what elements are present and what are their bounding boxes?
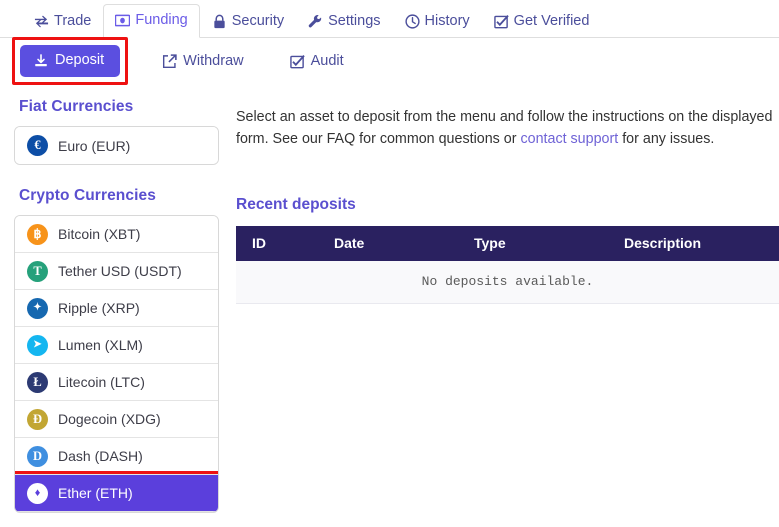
- main-navigation-tabs: Trade Funding Security Settings History: [0, 0, 779, 38]
- intro-text-part2: for any issues.: [618, 131, 715, 148]
- tab-label: Security: [231, 13, 285, 30]
- crypto-currency-list: ฿ Bitcoin (XBT) T Tether USD (USDT) ✦ Ri…: [14, 215, 219, 513]
- tab-label: Settings: [328, 13, 381, 30]
- asset-label: Lumen (XLM): [58, 337, 143, 353]
- asset-label: Euro (EUR): [58, 137, 131, 154]
- tab-trade[interactable]: Trade: [22, 5, 103, 38]
- tab-label: History: [424, 13, 470, 30]
- dash-coin-icon: D: [27, 445, 48, 467]
- funding-deposit-page: Trade Funding Security Settings History: [0, 0, 779, 527]
- tab-label: Funding: [135, 12, 188, 29]
- column-header-description[interactable]: Description: [608, 226, 779, 262]
- asset-label: Ripple (XRP): [58, 300, 140, 316]
- deposit-button-wrapper: Deposit: [12, 37, 129, 85]
- tab-get-verified[interactable]: Get Verified: [482, 5, 602, 38]
- table-row-empty: No deposits available.: [236, 261, 779, 305]
- asset-label: Ether (ETH): [58, 485, 133, 501]
- tab-security[interactable]: Security: [200, 5, 296, 38]
- lock-icon: [212, 14, 227, 29]
- check-box-icon: [289, 54, 305, 69]
- deposit-button[interactable]: Deposit: [20, 45, 121, 77]
- column-header-date[interactable]: Date: [318, 226, 458, 262]
- ripple-coin-icon: ✦: [27, 297, 48, 319]
- tab-settings[interactable]: Settings: [296, 5, 392, 38]
- tether-coin-icon: T: [27, 260, 48, 282]
- recent-deposits-title: Recent deposits: [236, 196, 356, 214]
- asset-sidebar: Fiat Currencies € Euro (EUR) Crypto Curr…: [14, 98, 219, 513]
- tab-label: Trade: [54, 13, 92, 30]
- asset-label: Tether USD (USDT): [58, 263, 182, 279]
- funding-action-bar: Deposit Withdraw Audit: [0, 37, 779, 85]
- bitcoin-coin-icon: ฿: [27, 223, 48, 245]
- download-icon: [34, 53, 48, 68]
- wrench-icon: [308, 14, 323, 29]
- share-out-icon: [162, 53, 177, 69]
- asset-label: Litecoin (LTC): [58, 374, 145, 390]
- asset-item-euro[interactable]: € Euro (EUR): [15, 127, 218, 164]
- audit-label: Audit: [310, 52, 344, 69]
- asset-label: Dash (DASH): [58, 448, 143, 464]
- column-header-id[interactable]: ID: [236, 226, 318, 262]
- asset-item-ether[interactable]: ♦ Ether (ETH): [15, 475, 218, 512]
- banknote-icon: [115, 13, 131, 28]
- column-header-type[interactable]: Type: [458, 226, 608, 262]
- deposit-main-content: Select an asset to deposit from the menu…: [236, 98, 779, 305]
- exchange-icon: [34, 14, 49, 29]
- asset-item-tether[interactable]: T Tether USD (USDT): [15, 253, 218, 290]
- withdraw-label: Withdraw: [183, 52, 244, 69]
- table-body: No deposits available.: [236, 261, 779, 305]
- fiat-currencies-heading: Fiat Currencies: [19, 98, 134, 115]
- asset-label: Bitcoin (XBT): [58, 226, 141, 242]
- table-header-row: ID Date Type Description: [236, 226, 779, 262]
- ether-coin-icon: ♦: [27, 482, 48, 504]
- tab-history[interactable]: History: [393, 5, 482, 38]
- asset-item-litecoin[interactable]: Ł Litecoin (LTC): [15, 364, 218, 401]
- recent-deposits-table: ID Date Type Description No deposits ava…: [236, 226, 779, 305]
- asset-item-lumen[interactable]: ➤ Lumen (XLM): [15, 327, 218, 364]
- audit-button[interactable]: Audit: [289, 52, 344, 69]
- litecoin-coin-icon: Ł: [27, 371, 48, 393]
- asset-label: Dogecoin (XDG): [58, 411, 161, 427]
- check-box-icon: [493, 14, 509, 29]
- tab-funding[interactable]: Funding: [103, 4, 200, 38]
- withdraw-button[interactable]: Withdraw: [162, 52, 244, 69]
- tab-label: Get Verified: [513, 13, 590, 30]
- empty-state-message: No deposits available.: [236, 261, 779, 305]
- crypto-currencies-heading: Crypto Currencies: [19, 187, 156, 204]
- deposit-instructions: Select an asset to deposit from the menu…: [236, 106, 779, 150]
- clock-icon: [404, 14, 420, 29]
- asset-item-dogecoin[interactable]: Ð Dogecoin (XDG): [15, 401, 218, 438]
- table-header: ID Date Type Description: [236, 226, 779, 262]
- dogecoin-coin-icon: Ð: [27, 408, 48, 430]
- contact-support-link[interactable]: contact support: [520, 131, 618, 147]
- lumen-coin-icon: ➤: [27, 334, 48, 356]
- asset-item-dash[interactable]: D Dash (DASH): [15, 438, 218, 475]
- asset-item-bitcoin[interactable]: ฿ Bitcoin (XBT): [15, 216, 218, 253]
- asset-item-ripple[interactable]: ✦ Ripple (XRP): [15, 290, 218, 327]
- fiat-currency-list: € Euro (EUR): [14, 126, 219, 165]
- euro-coin-icon: €: [27, 135, 48, 156]
- deposit-button-label: Deposit: [55, 52, 105, 69]
